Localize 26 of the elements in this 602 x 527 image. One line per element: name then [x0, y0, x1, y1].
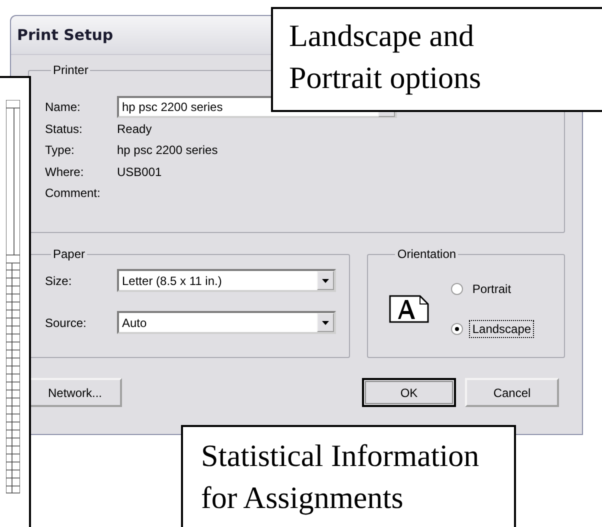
info-value: USB001 — [117, 164, 162, 179]
info-value: Ready — [117, 122, 152, 136]
radio-button[interactable] — [451, 283, 464, 295]
info-label: Type: — [45, 143, 76, 158]
group-label: Paper — [52, 247, 86, 261]
info-label: Status: — [45, 122, 84, 136]
callout-text: Statistical Information for Assignments — [201, 437, 480, 517]
window-title: Print Setup — [17, 26, 114, 44]
field-label: Name: — [45, 100, 82, 114]
page-letter-icon — [389, 295, 430, 323]
field-label: Source: — [45, 316, 88, 330]
dropdown-field[interactable]: Letter (8.5 x 11 in.) — [117, 269, 336, 292]
callout-text: Landscape and Portrait options — [289, 17, 482, 97]
dialog-button[interactable]: Cancel — [465, 378, 559, 407]
radio-button[interactable] — [451, 323, 464, 335]
info-value: hp psc 2200 series — [117, 143, 218, 158]
dialog-button[interactable]: Network... — [28, 378, 122, 407]
field-label: Size: — [45, 274, 73, 288]
group-label: Printer — [52, 63, 90, 77]
info-label: Comment: — [45, 186, 102, 200]
info-label: Where: — [45, 164, 85, 179]
dialog-button[interactable]: OK — [362, 378, 456, 407]
group-label: Orientation — [396, 247, 458, 261]
radio-label[interactable]: Landscape — [469, 320, 534, 338]
radio-label[interactable]: Portrait — [469, 280, 514, 298]
dropdown-field[interactable]: Auto — [117, 311, 336, 334]
